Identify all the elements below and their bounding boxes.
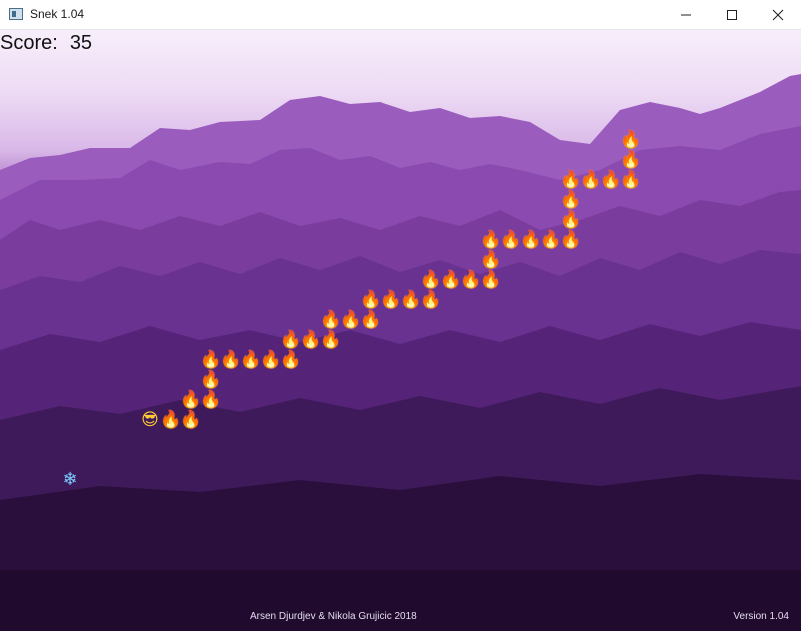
snake-segment-fire-icon: 🔥 — [560, 210, 582, 230]
snake-segment-fire-icon: 🔥 — [600, 170, 622, 190]
app-icon — [9, 8, 23, 20]
title-bar[interactable]: Snek 1.04 — [0, 0, 801, 30]
mountain-background — [0, 74, 801, 631]
snake-segment-fire-icon: 🔥 — [420, 270, 442, 290]
snake-segment-fire-icon: 🔥 — [480, 230, 502, 250]
snake-segment-fire-icon: 🔥 — [560, 170, 582, 190]
snake-segment-fire-icon: 🔥 — [280, 350, 302, 370]
snake-segment-fire-icon: 🔥 — [420, 290, 442, 310]
snake-segment-fire-icon: 🔥 — [520, 230, 542, 250]
snake-segment-fire-icon: 🔥 — [460, 270, 482, 290]
maximize-button[interactable] — [709, 0, 755, 29]
snake-segment-fire-icon: 🔥 — [540, 230, 562, 250]
snake-segment-fire-icon: 🔥 — [320, 310, 342, 330]
snake-segment-fire-icon: 🔥 — [280, 330, 302, 350]
snake-segment-fire-icon: 🔥 — [220, 350, 242, 370]
credits-text: Arsen Djurdjev & Nikola Grujicic 2018 — [250, 611, 417, 622]
snake-segment-fire-icon: 🔥 — [240, 350, 262, 370]
minimize-button[interactable] — [663, 0, 709, 29]
snake-segment-fire-icon: 🔥 — [500, 230, 522, 250]
snake-head-sunglasses-icon: 😎 — [141, 410, 159, 430]
snake-segment-fire-icon: 🔥 — [320, 330, 342, 350]
score-display: Score: 35 — [0, 32, 92, 55]
snake-segment-fire-icon: 🔥 — [620, 130, 642, 150]
snake-segment-fire-icon: 🔥 — [200, 370, 222, 390]
score-value: 35 — [69, 32, 93, 54]
snowflake-food-icon: ❄ — [62, 469, 78, 490]
snake-segment-fire-icon: 🔥 — [480, 270, 502, 290]
snake-segment-fire-icon: 🔥 — [360, 310, 382, 330]
snake-segment-fire-icon: 🔥 — [400, 290, 422, 310]
maximize-icon — [727, 9, 737, 20]
snake-segment-fire-icon: 🔥 — [160, 410, 182, 430]
window-title: Snek 1.04 — [30, 7, 85, 21]
snake-segment-fire-icon: 🔥 — [260, 350, 282, 370]
snake-segment-fire-icon: 🔥 — [560, 190, 582, 210]
snake-segment-fire-icon: 🔥 — [200, 350, 222, 370]
snake-segment-fire-icon: 🔥 — [560, 230, 582, 250]
game-window: Snek 1.04 Score: 35 🔥 🔥 🔥 🔥 🔥 🔥 🔥 🔥 🔥 🔥 🔥 🔥 🔥 🔥 🔥 🔥 🔥 🔥 🔥 🔥 🔥… — [0, 0, 801, 631]
snake-segment-fire-icon: 🔥 — [300, 330, 322, 350]
snake-segment-fire-icon: 🔥 — [580, 170, 602, 190]
snake-segment-fire-icon: 🔥 — [360, 290, 382, 310]
snake-segment-fire-icon: 🔥 — [440, 270, 462, 290]
game-canvas[interactable]: Score: 35 🔥 🔥 🔥 🔥 🔥 🔥 🔥 🔥 🔥 🔥 🔥 🔥 🔥 🔥 🔥 🔥 🔥 🔥 🔥 🔥 🔥 🔥 🔥 🔥 🔥 🔥 🔥 🔥 🔥 🔥 🔥… — [0, 30, 801, 631]
score-label: Score: — [0, 32, 58, 54]
snake-segment-fire-icon: 🔥 — [180, 410, 202, 430]
close-button[interactable] — [755, 0, 801, 29]
snake-segment-fire-icon: 🔥 — [180, 390, 202, 410]
snake-segment-fire-icon: 🔥 — [620, 170, 642, 190]
version-text: Version 1.04 — [733, 611, 789, 622]
close-icon — [772, 9, 784, 20]
snake-segment-fire-icon: 🔥 — [620, 150, 642, 170]
snake-segment-fire-icon: 🔥 — [480, 250, 502, 270]
minimize-icon — [681, 14, 691, 15]
snake-segment-fire-icon: 🔥 — [200, 390, 222, 410]
snake-segment-fire-icon: 🔥 — [340, 310, 362, 330]
snake-segment-fire-icon: 🔥 — [380, 290, 402, 310]
